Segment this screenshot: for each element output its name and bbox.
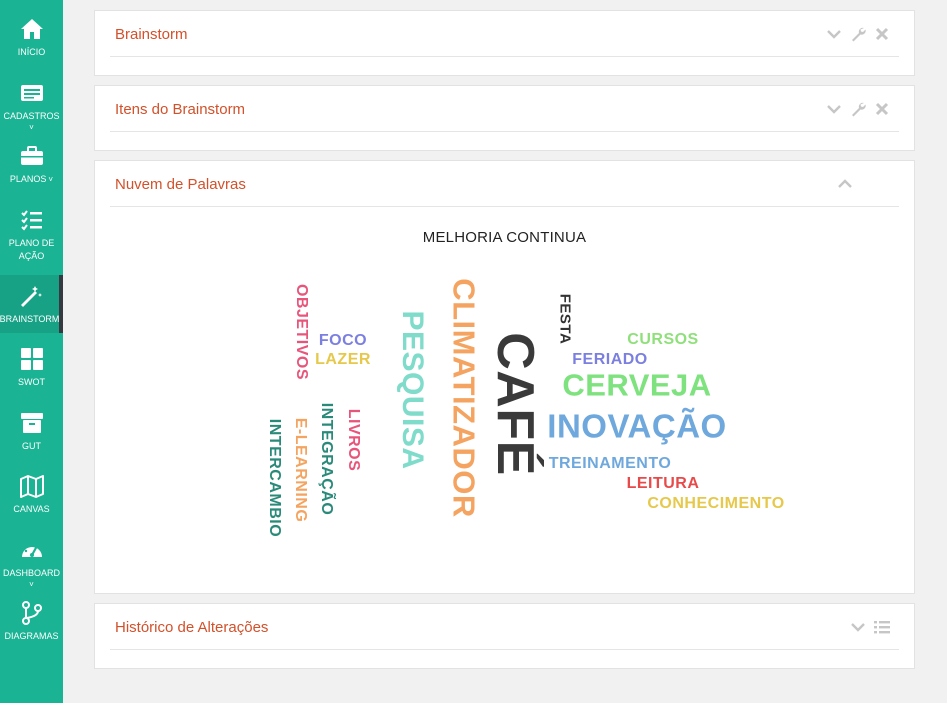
sidebar: INÍCIO CADASTROS ˅ PLANOS ˅ PLANO DE AÇÃ…	[0, 0, 63, 703]
panel-tools	[836, 175, 854, 193]
sidebar-item-label: CADASTROS	[3, 111, 60, 121]
sidebar-item-brainstorm[interactable]: BRAINSTORM	[0, 275, 63, 333]
sidebar-item-label: CANVAS	[13, 504, 50, 514]
wrench-icon[interactable]	[849, 25, 867, 43]
word-cloud-word: INTEGRAÇÃO	[318, 402, 335, 516]
list-icon[interactable]	[873, 618, 891, 636]
word-cloud-word: CAFÉ	[486, 332, 544, 476]
word-cloud-word: OBJETIVOS	[293, 283, 310, 381]
panel-title: Nuvem de Palavras	[115, 176, 246, 193]
branch-icon	[21, 601, 42, 625]
gauge-icon	[21, 542, 42, 557]
word-cloud-word: FERIADO	[572, 351, 648, 368]
sidebar-item-label: PLANOS	[9, 174, 47, 184]
word-cloud-word: CONHECIMENTO	[647, 495, 785, 512]
word-cloud-word: LEITURA	[626, 475, 700, 492]
sidebar-item-label: INÍCIO	[17, 47, 46, 57]
panel-header: Itens do Brainstorm	[110, 86, 899, 132]
sidebar-item-cadastros[interactable]: CADASTROS ˅	[0, 80, 63, 132]
chevron-down-icon: ˅	[48, 174, 54, 184]
word-cloud-word: INTERCAMBIO	[266, 418, 283, 538]
chevron-down-icon[interactable]	[825, 100, 843, 118]
chevron-up-icon[interactable]	[836, 175, 854, 193]
sidebar-item-canvas[interactable]: CANVAS	[0, 473, 63, 516]
briefcase-icon	[20, 146, 43, 165]
sidebar-item-label: DASHBOARD	[2, 568, 60, 578]
sidebar-item-label: GUT	[22, 441, 41, 451]
sidebar-item-label: PLANO DE AÇÃO	[8, 238, 55, 261]
sidebar-item-gut[interactable]: GUT	[0, 410, 63, 453]
word-cloud-word: LIVROS	[345, 408, 362, 472]
home-icon	[20, 19, 43, 39]
chevron-down-icon: ˅	[29, 580, 34, 589]
sidebar-item-inicio[interactable]: INÍCIO	[0, 16, 63, 59]
grid-icon	[20, 348, 43, 370]
panel-title: Histórico de Alterações	[115, 619, 269, 636]
word-cloud: MELHORIA CONTINUA CAFÉ CLIMATIZADOR PESQUI…	[110, 207, 899, 593]
sidebar-item-planos[interactable]: PLANOS ˅	[0, 143, 63, 186]
wrench-icon[interactable]	[849, 100, 867, 118]
close-icon[interactable]	[873, 100, 891, 118]
sidebar-item-diagramas[interactable]: DIAGRAMAS	[0, 600, 63, 643]
sidebar-item-label: SWOT	[18, 377, 45, 387]
nuvem-panel: Nuvem de Palavras MELHORIA CONTINUA CAFÉ…	[94, 160, 915, 594]
word-cloud-word: TREINAMENTO	[548, 455, 672, 472]
sidebar-item-swot[interactable]: SWOT	[0, 346, 63, 389]
brainstorm-panel: Brainstorm	[94, 10, 915, 76]
panel-title: Brainstorm	[115, 26, 188, 43]
panel-tools	[825, 100, 891, 118]
sidebar-item-dashboard[interactable]: DASHBOARD ˅	[0, 537, 63, 589]
word-cloud-word: FOCO	[318, 332, 368, 349]
word-cloud-word: INOVAÇÃO	[547, 407, 727, 445]
word-cloud-word: FESTA	[556, 293, 574, 345]
chevron-down-icon[interactable]	[825, 25, 843, 43]
word-cloud-word: CERVEJA	[562, 367, 712, 403]
panel-title: Itens do Brainstorm	[115, 101, 246, 118]
panel-header: Histórico de Alterações	[110, 604, 899, 650]
word-cloud-title: MELHORIA CONTINUA	[422, 229, 587, 246]
word-cloud-word: LAZER	[315, 351, 371, 368]
itens-brainstorm-panel: Itens do Brainstorm	[94, 85, 915, 151]
map-icon	[19, 475, 44, 498]
word-cloud-word: CLIMATIZADOR	[446, 278, 482, 518]
magic-wand-icon	[20, 286, 42, 307]
card-icon	[20, 85, 43, 101]
archive-icon	[20, 413, 43, 433]
historico-panel: Histórico de Alterações	[94, 603, 915, 669]
checklist-icon	[20, 210, 42, 231]
sidebar-item-plano-de-acao[interactable]: PLANO DE AÇÃO	[0, 207, 63, 263]
sidebar-item-label: DIAGRAMAS	[4, 631, 59, 641]
panel-tools	[825, 25, 891, 43]
word-cloud-word: PESQUISA	[396, 310, 429, 470]
close-icon[interactable]	[873, 25, 891, 43]
sidebar-item-label: BRAINSTORM	[0, 314, 60, 324]
word-cloud-word: CURSOS	[627, 331, 699, 348]
chevron-down-icon: ˅	[29, 123, 34, 132]
chevron-down-icon[interactable]	[849, 618, 867, 636]
panel-header: Brainstorm	[110, 11, 899, 57]
panel-tools	[849, 618, 891, 636]
word-cloud-word: E-LEARNING	[292, 417, 309, 523]
panel-header: Nuvem de Palavras	[110, 161, 899, 207]
